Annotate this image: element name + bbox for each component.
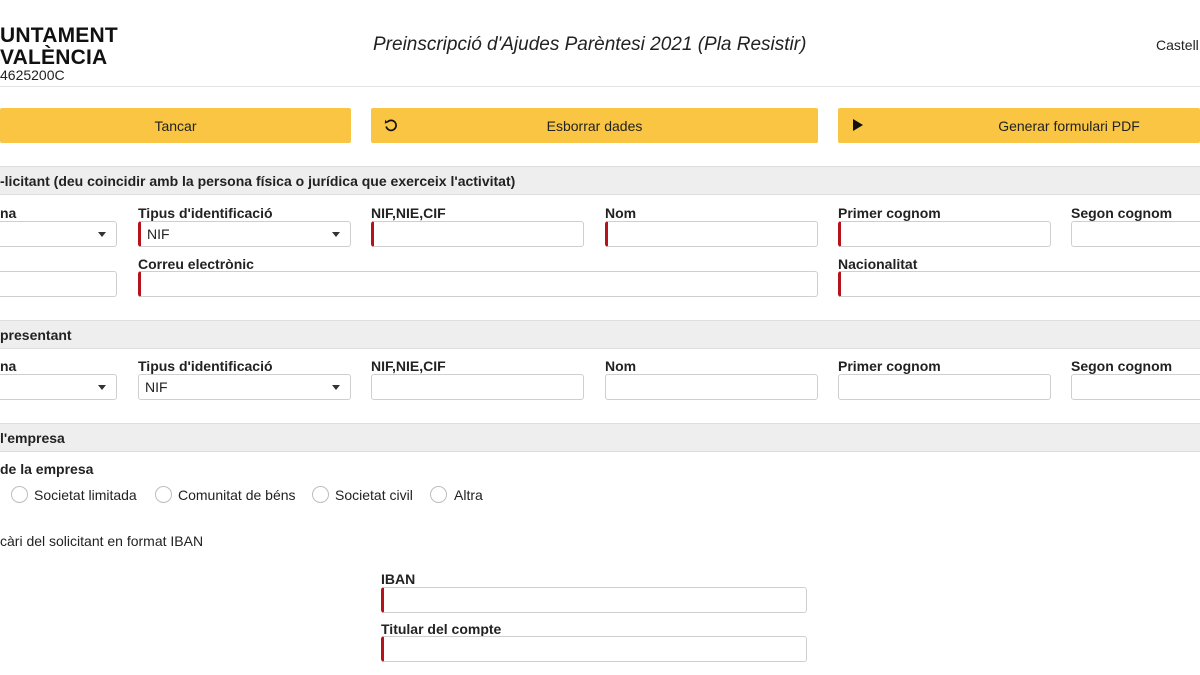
- representative-id-type-value: NIF: [145, 379, 168, 395]
- radio-comunitat-de-bens[interactable]: [155, 486, 172, 503]
- chevron-down-icon: [98, 385, 106, 390]
- applicant-nationality-label: Nacionalitat: [838, 256, 918, 272]
- play-icon: [850, 117, 866, 133]
- applicant-surname2-label: Segon cognom: [1071, 205, 1173, 221]
- representative-name-input[interactable]: [605, 374, 818, 400]
- close-button[interactable]: Tancar: [0, 108, 351, 143]
- representative-person-type-select[interactable]: [0, 374, 117, 400]
- account-holder-input[interactable]: [381, 636, 807, 662]
- applicant-surname1-label: Primer cognom: [838, 205, 941, 221]
- representative-surname2-label: Segon cognom: [1071, 358, 1173, 374]
- applicant-id-type-label: Tipus d'identificació: [138, 205, 273, 221]
- applicant-section-title: -licitant (deu coincidir amb la persona …: [0, 172, 516, 189]
- account-holder-label: Titular del compte: [381, 621, 502, 637]
- logo-line-2: VALÈNCIA: [0, 46, 108, 69]
- generate-pdf-button[interactable]: Generar formulari PDF: [838, 108, 1200, 143]
- applicant-phone-input[interactable]: [0, 271, 117, 297]
- bank-intro-text: càri del solicitant en format IBAN: [0, 533, 204, 549]
- representative-person-type-label: na: [0, 358, 17, 374]
- iban-input[interactable]: [381, 587, 807, 613]
- radio-label-societat-limitada: Societat limitada: [34, 487, 137, 503]
- representative-section-title: presentant: [0, 326, 72, 343]
- applicant-section-header: -licitant (deu coincidir amb la persona …: [0, 166, 1200, 195]
- applicant-name-label: Nom: [605, 205, 637, 221]
- page-title: Preinscripció d'Ajudes Parèntesi 2021 (P…: [373, 34, 807, 55]
- applicant-person-type-select[interactable]: [0, 221, 117, 247]
- applicant-person-type-label: na: [0, 205, 17, 221]
- radio-altra[interactable]: [430, 486, 447, 503]
- language-selector[interactable]: Castell: [1156, 37, 1199, 53]
- company-section-title: l'empresa: [0, 429, 65, 446]
- applicant-surname1-input[interactable]: [838, 221, 1051, 247]
- radio-label-comunitat-de-bens: Comunitat de béns: [178, 487, 296, 503]
- representative-surname1-label: Primer cognom: [838, 358, 941, 374]
- applicant-name-input[interactable]: [605, 221, 818, 247]
- applicant-surname2-input[interactable]: [1071, 221, 1200, 247]
- representative-name-label: Nom: [605, 358, 637, 374]
- generate-pdf-button-label: Generar formulari PDF: [998, 117, 1140, 134]
- company-section-header: l'empresa: [0, 423, 1200, 452]
- radio-label-societat-civil: Societat civil: [335, 487, 413, 503]
- representative-surname1-input[interactable]: [838, 374, 1051, 400]
- representative-id-type-label: Tipus d'identificació: [138, 358, 273, 374]
- chevron-down-icon: [332, 385, 340, 390]
- radio-societat-limitada[interactable]: [11, 486, 28, 503]
- radio-label-altra: Altra: [454, 487, 483, 503]
- chevron-down-icon: [98, 232, 106, 237]
- applicant-email-label: Correu electrònic: [138, 256, 254, 272]
- applicant-id-type-select[interactable]: NIF: [138, 221, 351, 247]
- radio-societat-civil[interactable]: [312, 486, 329, 503]
- clear-data-button-label: Esborrar dades: [546, 117, 643, 134]
- representative-section-header: presentant: [0, 320, 1200, 349]
- header-divider: [0, 86, 1200, 87]
- representative-surname2-input[interactable]: [1071, 374, 1200, 400]
- applicant-nif-input[interactable]: [371, 221, 584, 247]
- logo-id: 4625200C: [0, 67, 65, 83]
- applicant-id-type-value: NIF: [147, 226, 170, 242]
- undo-icon: [383, 117, 399, 133]
- iban-label: IBAN: [381, 571, 416, 587]
- logo-line-1: UNTAMENT: [0, 24, 118, 47]
- company-type-label: de la empresa: [0, 461, 94, 477]
- chevron-down-icon: [332, 232, 340, 237]
- applicant-email-input[interactable]: [138, 271, 818, 297]
- representative-id-type-select[interactable]: NIF: [138, 374, 351, 400]
- clear-data-button[interactable]: Esborrar dades: [371, 108, 818, 143]
- representative-nif-input[interactable]: [371, 374, 584, 400]
- applicant-nationality-input[interactable]: [838, 271, 1200, 297]
- representative-nif-label: NIF,NIE,CIF: [371, 358, 446, 374]
- close-button-label: Tancar: [154, 117, 197, 134]
- applicant-nif-label: NIF,NIE,CIF: [371, 205, 446, 221]
